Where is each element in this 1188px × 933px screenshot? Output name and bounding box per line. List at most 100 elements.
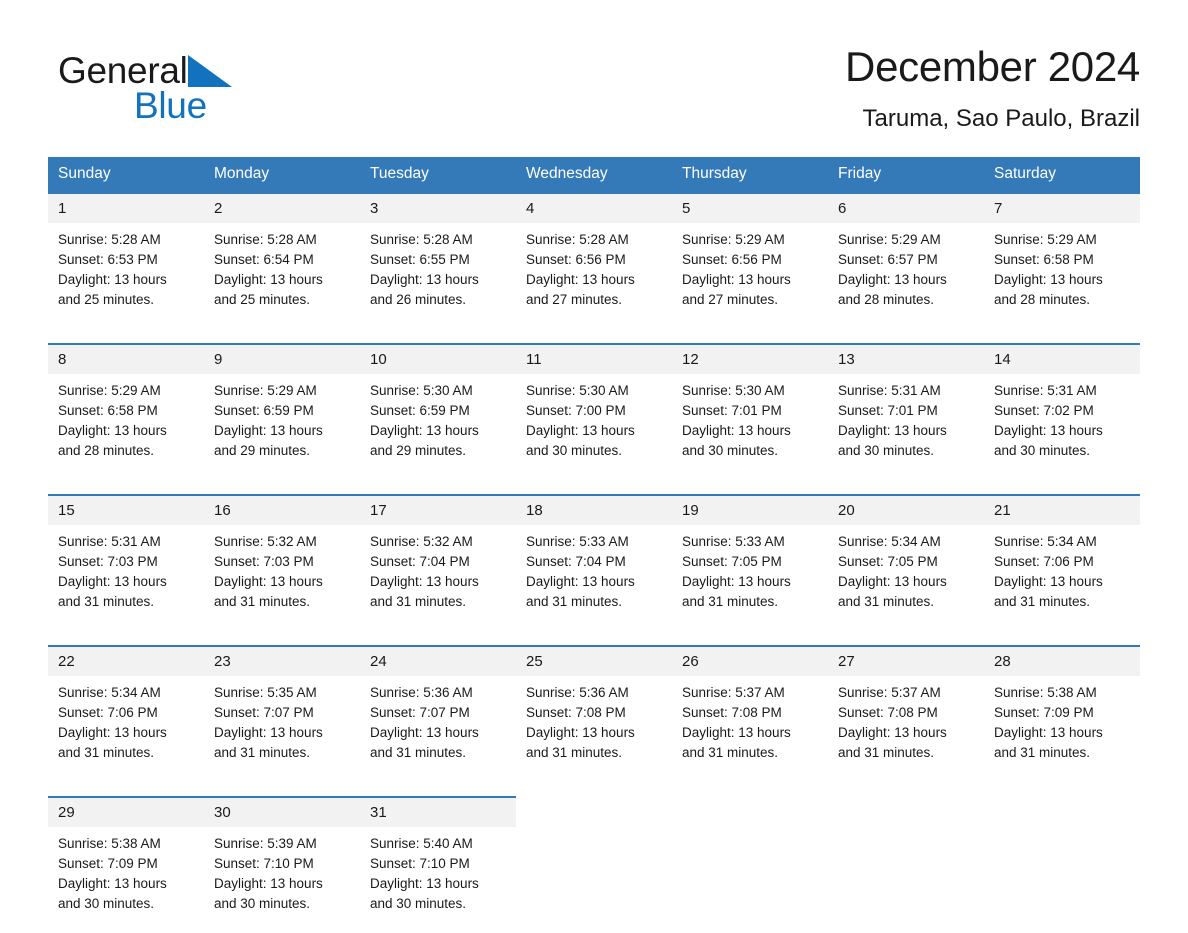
daylight-text-line1: Daylight: 13 hours xyxy=(526,272,635,287)
day-number: 29 xyxy=(48,798,204,827)
daylight-text-line1: Daylight: 13 hours xyxy=(526,574,635,589)
calendar-day-cell[interactable]: 16 Sunrise: 5:32 AM Sunset: 7:03 PM Dayligh… xyxy=(204,494,360,631)
calendar-day-cell[interactable]: 14 Sunrise: 5:31 AM Sunset: 7:02 PM Dayligh… xyxy=(984,343,1140,480)
day-info: Sunrise: 5:28 AM Sunset: 6:54 PM Daylight:… xyxy=(204,223,360,310)
sunrise-text: Sunrise: 5:37 AM xyxy=(838,685,941,700)
sunrise-text: Sunrise: 5:38 AM xyxy=(58,836,161,851)
daylight-text-line2: and 31 minutes. xyxy=(214,745,311,760)
sunrise-text: Sunrise: 5:39 AM xyxy=(214,836,317,851)
week-spacer-row xyxy=(48,782,1140,797)
week-spacer-row xyxy=(48,480,1140,495)
daylight-text-line1: Daylight: 13 hours xyxy=(526,725,635,740)
day-number: 15 xyxy=(48,496,204,525)
calendar-day-cell[interactable]: 24 Sunrise: 5:36 AM Sunset: 7:07 PM Dayligh… xyxy=(360,645,516,782)
sunset-text: Sunset: 6:59 PM xyxy=(370,403,470,418)
calendar-day-cell[interactable]: 23 Sunrise: 5:35 AM Sunset: 7:07 PM Dayligh… xyxy=(204,645,360,782)
calendar-day-cell[interactable]: 4 Sunrise: 5:28 AM Sunset: 6:56 PM Daylight… xyxy=(516,192,672,329)
calendar-day-cell[interactable]: 8 Sunrise: 5:29 AM Sunset: 6:58 PM Daylight… xyxy=(48,343,204,480)
daylight-text-line1: Daylight: 13 hours xyxy=(682,423,791,438)
calendar-day-cell[interactable]: 6 Sunrise: 5:29 AM Sunset: 6:57 PM Daylight… xyxy=(828,192,984,329)
calendar-day-cell[interactable]: 31 Sunrise: 5:40 AM Sunset: 7:10 PM Dayligh… xyxy=(360,796,516,933)
calendar-day-cell[interactable]: 12 Sunrise: 5:30 AM Sunset: 7:01 PM Dayligh… xyxy=(672,343,828,480)
daylight-text-line2: and 31 minutes. xyxy=(370,594,467,609)
day-number: 19 xyxy=(672,496,828,525)
daylight-text-line1: Daylight: 13 hours xyxy=(994,574,1103,589)
sunrise-text: Sunrise: 5:29 AM xyxy=(58,383,161,398)
day-number: 12 xyxy=(672,345,828,374)
calendar-day-cell[interactable]: 11 Sunrise: 5:30 AM Sunset: 7:00 PM Dayligh… xyxy=(516,343,672,480)
daylight-text-line2: and 26 minutes. xyxy=(370,292,467,307)
daylight-text-line1: Daylight: 13 hours xyxy=(838,574,947,589)
calendar-day-cell[interactable]: 30 Sunrise: 5:39 AM Sunset: 7:10 PM Dayligh… xyxy=(204,796,360,933)
sunrise-text: Sunrise: 5:35 AM xyxy=(214,685,317,700)
day-number: 6 xyxy=(828,194,984,223)
day-info: Sunrise: 5:38 AM Sunset: 7:09 PM Daylight:… xyxy=(984,676,1140,763)
daylight-text-line1: Daylight: 13 hours xyxy=(58,272,167,287)
daylight-text-line1: Daylight: 13 hours xyxy=(370,423,479,438)
day-info: Sunrise: 5:32 AM Sunset: 7:03 PM Daylight:… xyxy=(204,525,360,612)
day-number: 24 xyxy=(360,647,516,676)
daylight-text-line2: and 30 minutes. xyxy=(838,443,935,458)
weekday-header-wednesday: Wednesday xyxy=(516,157,672,193)
daylight-text-line2: and 31 minutes. xyxy=(214,594,311,609)
calendar-day-cell[interactable]: 21 Sunrise: 5:34 AM Sunset: 7:06 PM Dayligh… xyxy=(984,494,1140,631)
daylight-text-line2: and 28 minutes. xyxy=(994,292,1091,307)
day-info: Sunrise: 5:36 AM Sunset: 7:08 PM Daylight:… xyxy=(516,676,672,763)
sunrise-text: Sunrise: 5:28 AM xyxy=(526,232,629,247)
calendar-day-cell[interactable]: 2 Sunrise: 5:28 AM Sunset: 6:54 PM Daylight… xyxy=(204,192,360,329)
daylight-text-line2: and 30 minutes. xyxy=(58,896,155,911)
calendar-day-cell[interactable]: 7 Sunrise: 5:29 AM Sunset: 6:58 PM Daylight… xyxy=(984,192,1140,329)
sunrise-text: Sunrise: 5:36 AM xyxy=(370,685,473,700)
calendar-day-cell[interactable]: 3 Sunrise: 5:28 AM Sunset: 6:55 PM Daylight… xyxy=(360,192,516,329)
calendar-day-cell[interactable]: 1 Sunrise: 5:28 AM Sunset: 6:53 PM Daylight… xyxy=(48,192,204,329)
calendar-week-row: 22 Sunrise: 5:34 AM Sunset: 7:06 PM Dayligh… xyxy=(48,645,1140,782)
daylight-text-line2: and 28 minutes. xyxy=(838,292,935,307)
weekday-header-friday: Friday xyxy=(828,157,984,193)
calendar-day-cell[interactable]: 19 Sunrise: 5:33 AM Sunset: 7:05 PM Dayligh… xyxy=(672,494,828,631)
daylight-text-line2: and 29 minutes. xyxy=(214,443,311,458)
calendar-cell-empty xyxy=(984,796,1140,933)
logo-top-row: General xyxy=(58,50,358,90)
calendar-day-cell[interactable]: 20 Sunrise: 5:34 AM Sunset: 7:05 PM Dayligh… xyxy=(828,494,984,631)
calendar-day-cell[interactable]: 13 Sunrise: 5:31 AM Sunset: 7:01 PM Dayligh… xyxy=(828,343,984,480)
day-number: 25 xyxy=(516,647,672,676)
weekday-header-tuesday: Tuesday xyxy=(360,157,516,193)
day-info: Sunrise: 5:30 AM Sunset: 7:01 PM Daylight:… xyxy=(672,374,828,461)
calendar-day-cell[interactable]: 29 Sunrise: 5:38 AM Sunset: 7:09 PM Dayligh… xyxy=(48,796,204,933)
day-info: Sunrise: 5:37 AM Sunset: 7:08 PM Daylight:… xyxy=(828,676,984,763)
calendar-day-cell[interactable]: 25 Sunrise: 5:36 AM Sunset: 7:08 PM Dayligh… xyxy=(516,645,672,782)
day-number: 17 xyxy=(360,496,516,525)
daylight-text-line1: Daylight: 13 hours xyxy=(214,725,323,740)
sunrise-text: Sunrise: 5:34 AM xyxy=(58,685,161,700)
calendar-day-cell[interactable]: 27 Sunrise: 5:37 AM Sunset: 7:08 PM Dayligh… xyxy=(828,645,984,782)
calendar-day-cell[interactable]: 5 Sunrise: 5:29 AM Sunset: 6:56 PM Daylight… xyxy=(672,192,828,329)
sunrise-text: Sunrise: 5:37 AM xyxy=(682,685,785,700)
sunset-text: Sunset: 7:03 PM xyxy=(214,554,314,569)
sunrise-text: Sunrise: 5:33 AM xyxy=(682,534,785,549)
calendar-day-cell[interactable]: 18 Sunrise: 5:33 AM Sunset: 7:04 PM Dayligh… xyxy=(516,494,672,631)
calendar-week-row: 15 Sunrise: 5:31 AM Sunset: 7:03 PM Dayligh… xyxy=(48,494,1140,631)
calendar-day-cell[interactable]: 28 Sunrise: 5:38 AM Sunset: 7:09 PM Dayligh… xyxy=(984,645,1140,782)
calendar-day-cell[interactable]: 17 Sunrise: 5:32 AM Sunset: 7:04 PM Dayligh… xyxy=(360,494,516,631)
calendar-day-cell[interactable]: 15 Sunrise: 5:31 AM Sunset: 7:03 PM Dayligh… xyxy=(48,494,204,631)
logo-triangle-icon xyxy=(187,55,232,87)
calendar-cell-empty xyxy=(516,796,672,933)
location-subtitle: Taruma, Sao Paulo, Brazil xyxy=(862,105,1140,132)
weekday-header-saturday: Saturday xyxy=(984,157,1140,193)
sunset-text: Sunset: 6:56 PM xyxy=(682,252,782,267)
calendar-day-cell[interactable]: 10 Sunrise: 5:30 AM Sunset: 6:59 PM Dayligh… xyxy=(360,343,516,480)
sunset-text: Sunset: 7:03 PM xyxy=(58,554,158,569)
day-info: Sunrise: 5:33 AM Sunset: 7:04 PM Daylight:… xyxy=(516,525,672,612)
calendar-day-cell[interactable]: 9 Sunrise: 5:29 AM Sunset: 6:59 PM Daylight… xyxy=(204,343,360,480)
calendar-day-cell[interactable]: 26 Sunrise: 5:37 AM Sunset: 7:08 PM Dayligh… xyxy=(672,645,828,782)
calendar-cell-empty xyxy=(672,796,828,933)
sunset-text: Sunset: 6:54 PM xyxy=(214,252,314,267)
day-info: Sunrise: 5:38 AM Sunset: 7:09 PM Daylight:… xyxy=(48,827,204,914)
day-number: 28 xyxy=(984,647,1140,676)
daylight-text-line1: Daylight: 13 hours xyxy=(682,574,791,589)
sunset-text: Sunset: 7:09 PM xyxy=(994,705,1094,720)
day-number: 11 xyxy=(516,345,672,374)
weekday-header-monday: Monday xyxy=(204,157,360,193)
sunset-text: Sunset: 7:08 PM xyxy=(682,705,782,720)
calendar-day-cell[interactable]: 22 Sunrise: 5:34 AM Sunset: 7:06 PM Dayligh… xyxy=(48,645,204,782)
